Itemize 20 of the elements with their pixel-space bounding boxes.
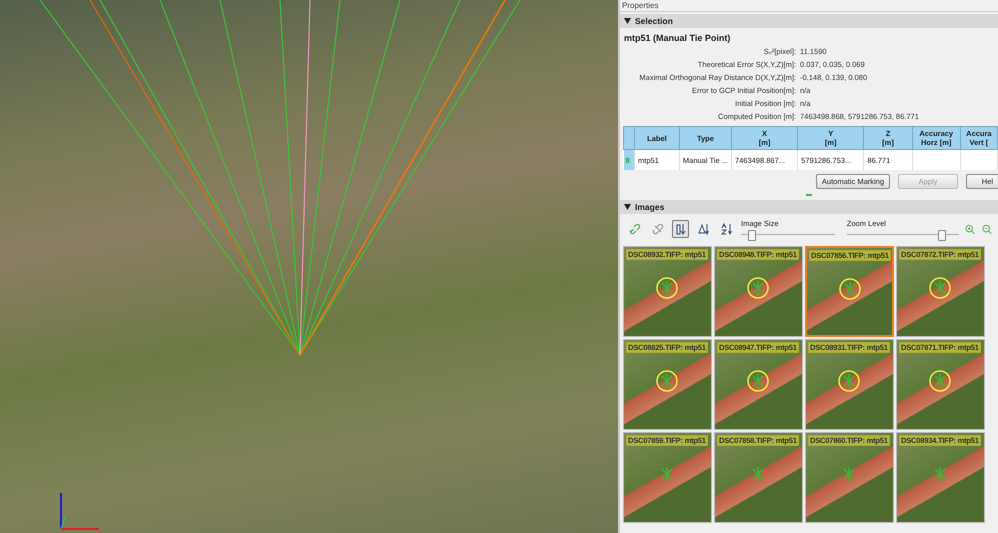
toolbar-button[interactable] — [672, 220, 689, 238]
section-title: Images — [635, 202, 664, 212]
section-header[interactable]: Selection — [620, 14, 998, 28]
zoom-out-icon[interactable] — [982, 224, 992, 234]
section-header[interactable]: Images — [620, 200, 998, 214]
slider-thumb[interactable] — [938, 230, 946, 240]
selection-title: mtp51 (Manual Tie Point) — [623, 32, 732, 45]
unlink-icon — [652, 223, 664, 235]
axis-icon — [58, 491, 100, 531]
link-icon — [628, 223, 640, 235]
slider-thumb[interactable] — [748, 230, 756, 240]
collapse-icon[interactable] — [624, 18, 631, 24]
zoom-in-icon[interactable] — [965, 224, 976, 234]
panel-title: Properties — [620, 0, 998, 12]
sort-icon — [698, 223, 710, 235]
splitter-handle[interactable] — [806, 194, 812, 196]
collapse-icon[interactable] — [624, 204, 631, 210]
section-title: Selection — [635, 16, 673, 26]
sort-icon — [720, 223, 732, 235]
sort-icon — [674, 223, 686, 235]
